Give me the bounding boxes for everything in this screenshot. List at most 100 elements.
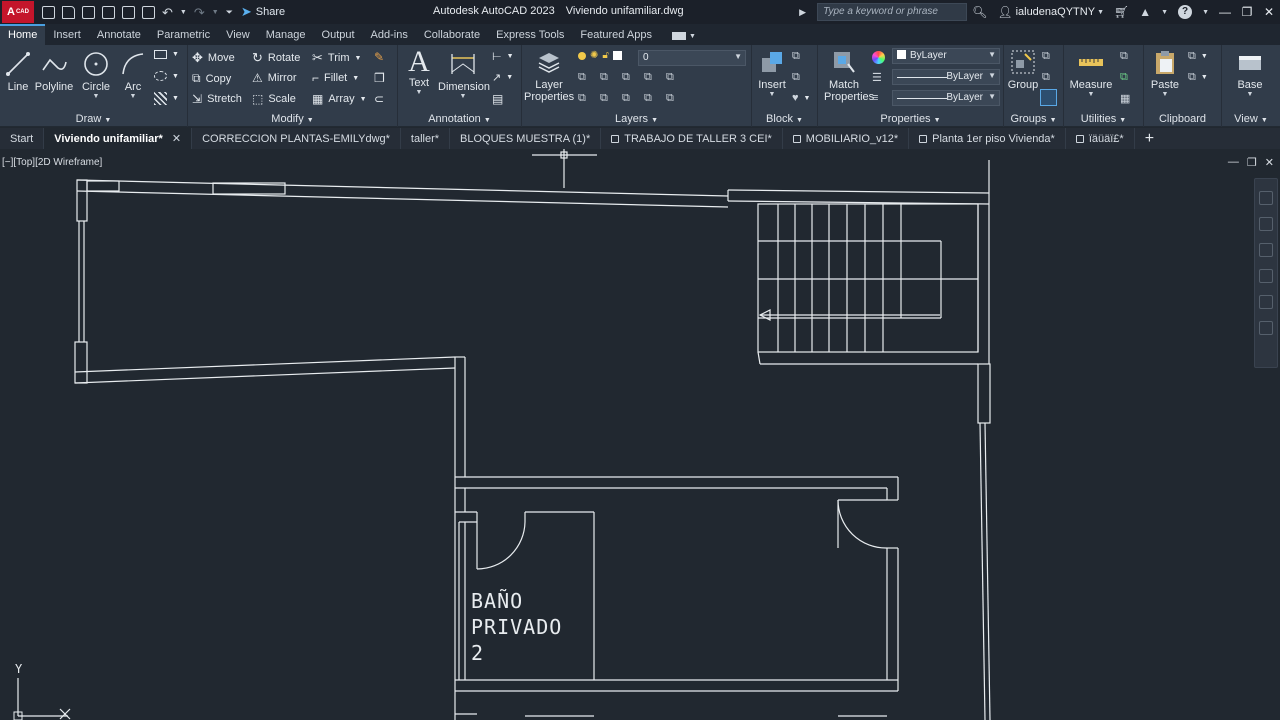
base-dropdown-icon[interactable]: ▼ bbox=[1230, 91, 1270, 98]
copy-clip-tool[interactable]: ⧉ ▼ bbox=[1188, 71, 1208, 84]
tab-add-ins[interactable]: Add-ins bbox=[363, 26, 416, 45]
view-panel-title[interactable]: View ▼ bbox=[1222, 113, 1280, 125]
draw-panel-title[interactable]: Draw ▼ bbox=[0, 113, 187, 125]
tab-manage[interactable]: Manage bbox=[258, 26, 314, 45]
stretch-button[interactable]: ⇲ Stretch bbox=[192, 92, 242, 106]
share-button[interactable]: ➤ Share bbox=[241, 4, 285, 20]
file-tab-active[interactable]: Viviendo unifamiliar* ✕ bbox=[44, 128, 193, 149]
viewport-restore-icon[interactable]: ❐ bbox=[1247, 156, 1257, 169]
color-dropdown[interactable]: ByLayer ▼ bbox=[892, 48, 1000, 64]
leader-tool[interactable]: ↗ ▼ bbox=[492, 71, 513, 84]
navigation-bar[interactable] bbox=[1254, 178, 1278, 368]
floor-plan-drawing[interactable] bbox=[0, 149, 1280, 720]
tab-insert[interactable]: Insert bbox=[45, 26, 89, 45]
layer-properties-button[interactable]: Layer Properties bbox=[524, 48, 574, 103]
layer-color-swatch-icon[interactable] bbox=[612, 51, 622, 60]
array-button[interactable]: ▦ Array ▼ bbox=[312, 92, 367, 106]
text-button[interactable]: A Text ▼ bbox=[404, 47, 434, 97]
line-button[interactable]: Line bbox=[4, 50, 32, 93]
cut-tool[interactable]: ⧉ ▼ bbox=[1188, 50, 1208, 63]
tab-parametric[interactable]: Parametric bbox=[149, 26, 218, 45]
redo-dropdown-icon[interactable]: ▼ bbox=[212, 9, 219, 16]
group-button[interactable]: Group bbox=[1006, 48, 1040, 91]
trim-button[interactable]: ✂ Trim ▼ bbox=[312, 50, 361, 66]
tab-annotate[interactable]: Annotate bbox=[89, 26, 149, 45]
rectangle-tool[interactable]: ▼ bbox=[154, 50, 179, 59]
dimension-button[interactable]: Dimension ▼ bbox=[438, 50, 490, 100]
block-panel-title[interactable]: Block ▼ bbox=[752, 113, 817, 125]
linear-dim-dropdown-icon[interactable]: ▼ bbox=[507, 53, 514, 60]
file-tab[interactable]: MOBILIARIO_v12* bbox=[783, 128, 910, 149]
help-icon[interactable]: ? bbox=[1178, 5, 1193, 19]
quick-select-tool[interactable]: ⧉ bbox=[1120, 50, 1128, 63]
layer-copy-icon[interactable]: ⧉ bbox=[644, 92, 657, 105]
new-tab-plus-icon[interactable]: + bbox=[1135, 130, 1164, 148]
chevron-right-icon[interactable]: ▶ bbox=[799, 7, 806, 18]
tab-home[interactable]: Home bbox=[0, 24, 46, 45]
arc-button[interactable]: Arc ▼ bbox=[118, 50, 148, 100]
array-dropdown-icon[interactable]: ▼ bbox=[360, 96, 367, 103]
match-properties-button[interactable]: Match Properties bbox=[824, 48, 874, 103]
showmotion-icon[interactable] bbox=[1259, 295, 1273, 309]
scale-button[interactable]: ⬚ Scale bbox=[252, 92, 296, 106]
tab-express-tools[interactable]: Express Tools bbox=[488, 26, 572, 45]
paste-dropdown-icon[interactable]: ▼ bbox=[1148, 91, 1182, 98]
file-tab[interactable]: taller* bbox=[401, 128, 451, 149]
room-label[interactable]: BAÑO PRIVADO 2 bbox=[471, 588, 562, 666]
attribute-tool[interactable]: ♥ ▼ bbox=[792, 92, 810, 104]
file-tab[interactable]: Planta 1er piso Vivienda* bbox=[909, 128, 1066, 149]
steering-wheel-icon[interactable] bbox=[1259, 191, 1273, 205]
layer-previous-icon[interactable]: ⧉ bbox=[622, 71, 635, 84]
close-icon[interactable]: ✕ bbox=[1258, 5, 1280, 19]
circle-dropdown-icon[interactable]: ▼ bbox=[80, 93, 112, 100]
drawing-canvas[interactable]: BAÑO PRIVADO 2 bbox=[0, 149, 1280, 720]
properties-panel-title[interactable]: Properties ▼ bbox=[818, 113, 1003, 125]
color-wheel-icon[interactable] bbox=[872, 51, 885, 64]
layer-match-icon[interactable]: ⧉ bbox=[600, 71, 613, 84]
viewport-close-icon[interactable]: ✕ bbox=[1265, 156, 1274, 169]
ribbon-minimize-toggle[interactable]: ▼ bbox=[671, 32, 696, 45]
utilities-panel-title[interactable]: Utilities ▼ bbox=[1064, 113, 1143, 125]
linetype-icon[interactable]: ☰ bbox=[872, 71, 882, 84]
lineweight-icon[interactable]: ≡ bbox=[872, 92, 878, 104]
search-icon[interactable]: 🔍︎ bbox=[972, 5, 987, 19]
edit-block-tool[interactable]: ⧉ bbox=[792, 71, 800, 84]
file-tab-start[interactable]: Start bbox=[0, 128, 45, 149]
copy-button[interactable]: ⧉ Copy bbox=[192, 71, 231, 86]
layer-walk-icon[interactable]: ⧉ bbox=[666, 71, 679, 84]
layer-merge-icon[interactable]: ⧉ bbox=[666, 92, 679, 105]
help-dropdown-icon[interactable]: ▼ bbox=[1202, 9, 1209, 16]
ellipse-dropdown-icon[interactable]: ▼ bbox=[172, 73, 179, 80]
mirror-button[interactable]: ⚠ Mirror bbox=[252, 71, 296, 85]
file-tab[interactable]: CORRECCION PLANTAS-EMILYdwg* bbox=[192, 128, 401, 149]
print-icon[interactable] bbox=[142, 5, 155, 19]
restore-icon[interactable]: ❐ bbox=[1236, 5, 1258, 19]
tab-view[interactable]: View bbox=[218, 26, 258, 45]
pan-icon[interactable] bbox=[1259, 217, 1273, 231]
offset-button[interactable]: ⊂ bbox=[374, 92, 384, 106]
new-file-icon[interactable] bbox=[42, 5, 55, 19]
autocad-logo[interactable]: A CAD bbox=[2, 1, 34, 23]
layer-dropdown[interactable]: 0 ▼ bbox=[638, 50, 746, 66]
undo-icon[interactable]: ↶ bbox=[162, 6, 173, 19]
search-input[interactable]: Type a keyword or phrase bbox=[817, 3, 968, 21]
autodesk-a360-icon[interactable]: ▲ bbox=[1139, 5, 1151, 19]
erase-button[interactable]: ✎ bbox=[374, 50, 384, 64]
gradient-tool[interactable]: ▼ bbox=[154, 92, 179, 105]
annotation-panel-title[interactable]: Annotation ▼ bbox=[398, 113, 521, 125]
trim-dropdown-icon[interactable]: ▼ bbox=[355, 55, 362, 62]
insert-button[interactable]: Insert ▼ bbox=[754, 48, 790, 98]
layer-isolate-icon[interactable]: ⧉ bbox=[578, 71, 591, 84]
attribute-dropdown-icon[interactable]: ▼ bbox=[804, 95, 811, 102]
move-button[interactable]: ✥ Move bbox=[192, 50, 235, 66]
freeze-sun-icon[interactable]: ✺ bbox=[590, 50, 598, 61]
rectangle-dropdown-icon[interactable]: ▼ bbox=[172, 51, 179, 58]
undo-dropdown-icon[interactable]: ▼ bbox=[180, 9, 187, 16]
group-edit-tool[interactable]: ⧉ bbox=[1042, 71, 1050, 84]
hatch-dropdown-icon[interactable]: ▼ bbox=[172, 95, 179, 102]
open-file-icon[interactable] bbox=[62, 5, 75, 19]
tab-collaborate[interactable]: Collaborate bbox=[416, 26, 488, 45]
calc-tool[interactable]: ▦ bbox=[1120, 92, 1130, 105]
fillet-dropdown-icon[interactable]: ▼ bbox=[352, 75, 359, 82]
redo-icon[interactable]: ↷ bbox=[194, 6, 205, 19]
